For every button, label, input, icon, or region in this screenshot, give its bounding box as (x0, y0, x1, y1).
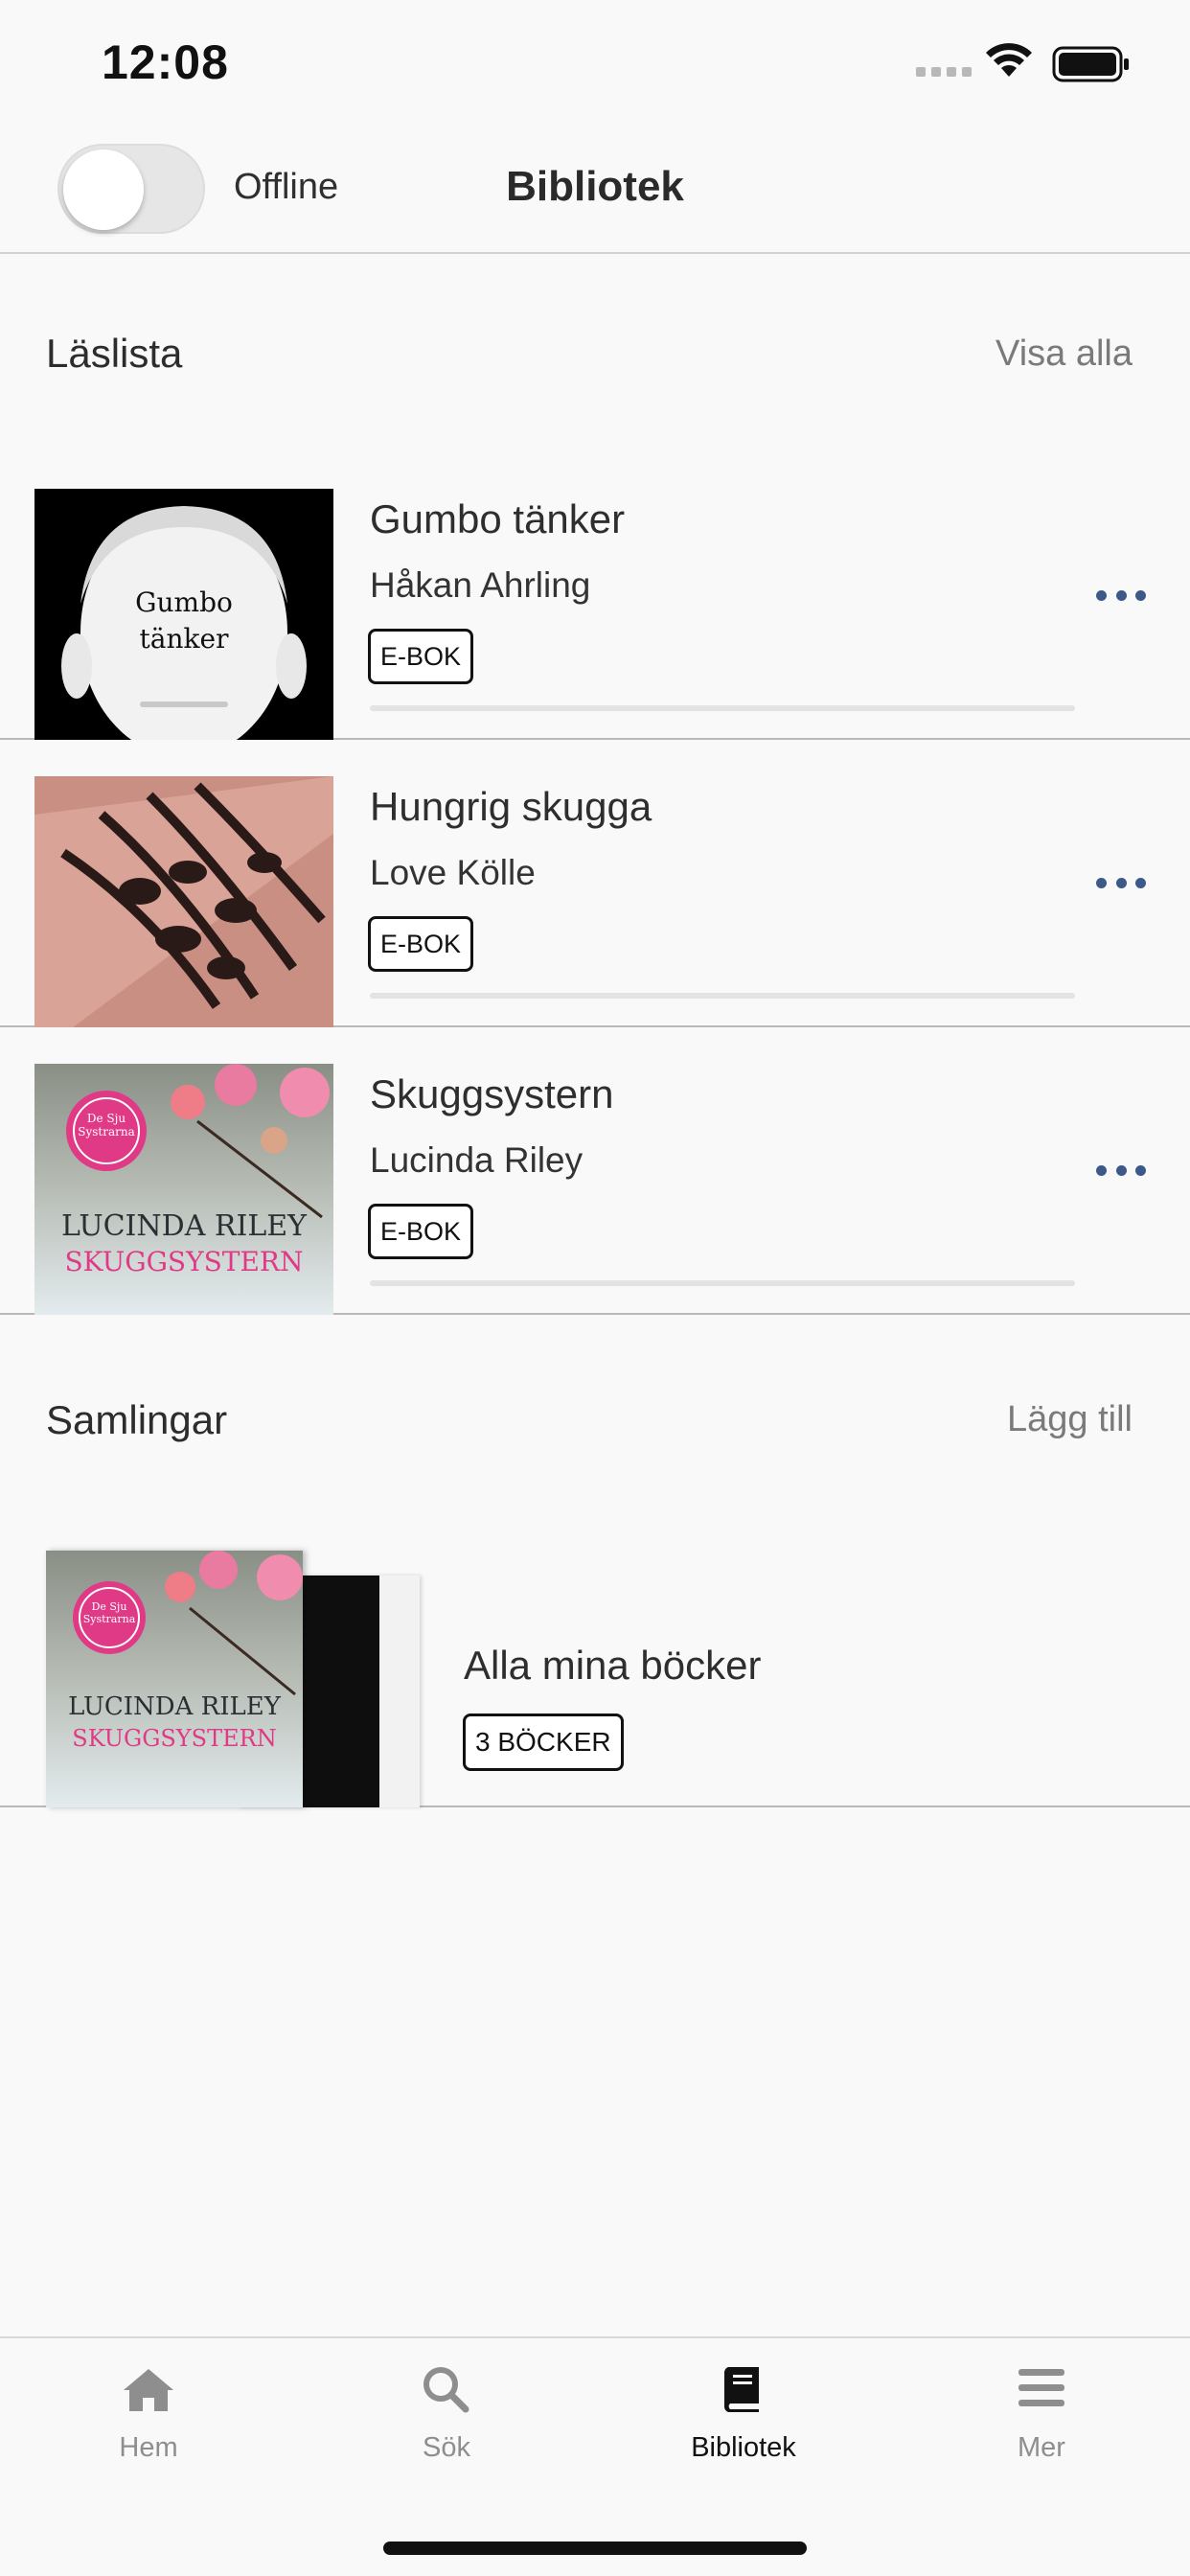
reading-progress-bar (370, 1280, 1075, 1286)
cover-author-text: LUCINDA RILEY (68, 1692, 281, 1721)
dot-icon (1096, 1164, 1107, 1176)
show-all-link[interactable]: Visa alla (995, 334, 1133, 375)
cover-title-text: SKUGGSYSTERN (72, 1725, 277, 1752)
cellular-signal-icon (916, 67, 972, 77)
dot-icon (1096, 877, 1107, 888)
dot-icon (1135, 589, 1146, 601)
dot-icon (1135, 877, 1146, 888)
cover-title-text: SKUGGSYSTERN (64, 1246, 304, 1277)
dot-icon (1115, 877, 1127, 888)
status-bar: 12:08 (0, 0, 1190, 125)
tab-library[interactable]: Bibliotek (648, 2365, 839, 2464)
book-cover[interactable]: Gumbo tänker (34, 489, 333, 740)
tab-bar: Hem Sök Bibliotek Mer (0, 2336, 1190, 2576)
tab-search[interactable]: Sök (351, 2365, 542, 2464)
home-icon (124, 2369, 173, 2411)
book-icon (723, 2367, 759, 2412)
book-title: Skuggsystern (370, 1071, 614, 1116)
tab-home[interactable]: Hem (53, 2365, 244, 2464)
reading-progress-bar (370, 705, 1075, 711)
format-badge: E-BOK (368, 629, 474, 684)
menu-icon (1018, 2369, 1064, 2406)
cover-series-text: De Sju Systrarna (82, 1600, 136, 1625)
dot-icon (1115, 589, 1127, 601)
collection-item[interactable]: De Sju Systrarna LUCINDA RILEY SKUGGSYST… (0, 1543, 1190, 1807)
more-options-button[interactable] (1096, 872, 1146, 893)
cover-title-text: Gumbo tänker (135, 586, 233, 655)
tab-label: Hem (119, 2432, 178, 2463)
book-row[interactable]: Hungrig skugga Love Kölle E-BOK (0, 776, 1190, 1027)
home-indicator (383, 2542, 807, 2555)
more-options-button[interactable] (1096, 1160, 1146, 1181)
reading-progress-bar (370, 993, 1075, 999)
battery-icon (1052, 46, 1129, 82)
dot-icon (1115, 1164, 1127, 1176)
cover-hungrig-skugga-image (34, 776, 333, 1027)
book-row[interactable]: De Sju Systrarna LUCINDA RILEY SKUGGSYST… (0, 1064, 1190, 1315)
wifi-icon (986, 43, 1032, 77)
format-badge: E-BOK (368, 916, 474, 972)
book-author: Lucinda Riley (370, 1140, 584, 1180)
page-title: Bibliotek (506, 163, 684, 210)
collections-title: Samlingar (46, 1397, 228, 1442)
cover-series-text: De Sju Systrarna (78, 1112, 135, 1138)
tab-label: Bibliotek (691, 2432, 796, 2463)
dot-icon (1096, 589, 1107, 601)
search-icon (423, 2367, 469, 2413)
book-title: Gumbo tänker (370, 496, 626, 541)
book-count-badge: 3 BÖCKER (463, 1714, 624, 1771)
nav-header: Offline Bibliotek (0, 125, 1190, 254)
book-title: Hungrig skugga (370, 784, 652, 829)
tab-label: Mer (1018, 2432, 1065, 2463)
cover-author-text: LUCINDA RILEY (61, 1209, 307, 1243)
reading-list-title: Läslista (46, 331, 183, 376)
book-row[interactable]: Gumbo tänker Gumbo tänker Håkan Ahrling … (0, 489, 1190, 740)
collection-cover-front: De Sju Systrarna LUCINDA RILEY SKUGGSYST… (46, 1551, 303, 1807)
book-author: Love Kölle (370, 853, 536, 892)
book-cover[interactable] (34, 776, 333, 1027)
add-collection-link[interactable]: Lägg till (1007, 1399, 1133, 1440)
more-options-button[interactable] (1096, 585, 1146, 606)
book-cover[interactable]: De Sju Systrarna LUCINDA RILEY SKUGGSYST… (34, 1064, 333, 1315)
tab-label: Sök (423, 2432, 470, 2463)
format-badge: E-BOK (368, 1204, 474, 1259)
book-author: Håkan Ahrling (370, 565, 591, 605)
tab-more[interactable]: Mer (946, 2365, 1137, 2464)
collection-title: Alla mina böcker (464, 1643, 762, 1688)
dot-icon (1135, 1164, 1146, 1176)
status-time: 12:08 (102, 35, 229, 89)
